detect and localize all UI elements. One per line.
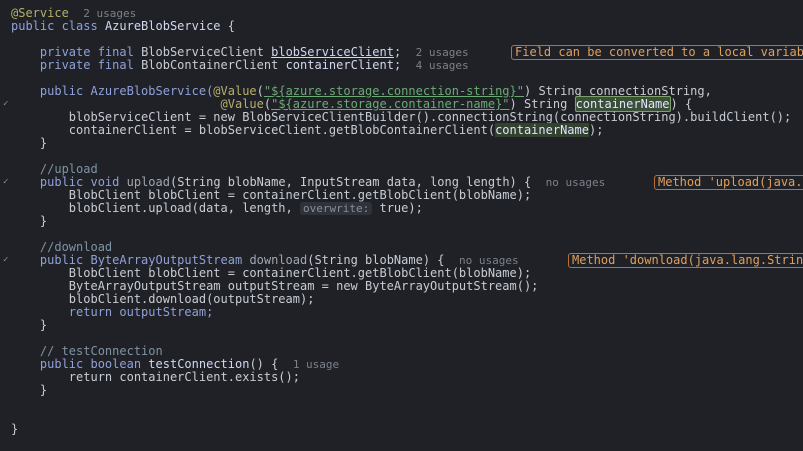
field-name: blobServiceClient	[271, 45, 394, 59]
usages-hint[interactable]: no usages	[546, 176, 606, 189]
inspection-warning[interactable]: Method 'download(java.lang.String)' is n…	[568, 253, 803, 268]
method-name: testConnection	[148, 357, 250, 371]
code-line-class-decl[interactable]: public class AzureBlobService {	[11, 20, 803, 33]
highlighted-arg: containerName	[495, 123, 589, 137]
usages-hint[interactable]: 4 usages	[416, 59, 469, 72]
params: (String blobName, InputStream data, long…	[169, 175, 532, 189]
statement: blobClient.upload(data, length,	[68, 201, 293, 215]
statement: containerClient = blobServiceClient.getB…	[68, 123, 496, 137]
inspection-warning[interactable]: Method 'upload(java.lang.String, java.io…	[654, 175, 803, 190]
keyword: public class	[11, 19, 98, 33]
gutter-fold-icon[interactable]: ✓	[3, 176, 8, 189]
params: (String blobName) {	[307, 253, 445, 267]
keyword: private final	[39, 58, 134, 72]
statement: return containerClient.exists();	[68, 370, 300, 384]
annotation: @Service	[11, 6, 69, 20]
annotation: @Value	[220, 97, 264, 111]
param-name-hint: overwrite:	[300, 202, 373, 215]
statement: blobServiceClient = new BlobServiceClien…	[68, 110, 792, 124]
brace: }	[39, 383, 48, 397]
code-line-upload-body2[interactable]: blobClient.upload(data, length, overwrit…	[11, 202, 803, 215]
code-line-upload-close[interactable]: }	[11, 215, 803, 228]
code-line-ctor-body2[interactable]: containerClient = blobServiceClient.getB…	[11, 123, 803, 137]
method-name: download	[249, 253, 308, 267]
brace: }	[39, 136, 48, 150]
brace: }	[11, 422, 19, 436]
field-name: containerClient	[285, 58, 394, 72]
type-name: String	[523, 97, 568, 111]
keyword: public AzureBlobService(	[39, 84, 214, 98]
sig-suffix: ) {	[670, 97, 693, 111]
statement-end: true);	[379, 201, 423, 215]
keyword: public void	[39, 175, 120, 189]
code-line-test-body1[interactable]: return containerClient.exists();	[11, 371, 803, 384]
code-line-test-close[interactable]: }	[11, 384, 803, 397]
keyword: public boolean	[39, 357, 142, 371]
statement: BlobClient blobClient = containerClient.…	[68, 266, 532, 280]
keyword: public ByteArrayOutputStream	[39, 253, 243, 267]
code-line-ctor-close[interactable]: }	[11, 137, 803, 150]
statement: BlobClient blobClient = containerClient.…	[68, 188, 532, 202]
code-editor[interactable]: @Service 2 usages public class AzureBlob…	[0, 0, 803, 451]
statement: ByteArrayOutputStream outputStream = new…	[68, 279, 539, 293]
type-name: BlobContainerClient	[141, 58, 279, 72]
code-line-class-close[interactable]: }	[11, 423, 803, 436]
brace: {	[227, 19, 235, 33]
class-name: AzureBlobService	[104, 19, 221, 33]
usages-hint[interactable]: 2 usages	[416, 46, 469, 59]
brace: }	[39, 318, 48, 332]
type-name: BlobServiceClient	[141, 45, 264, 59]
keyword: private final	[39, 45, 134, 59]
method-name: upload	[126, 175, 170, 189]
string-literal: "${azure.storage.connection-string}"	[263, 84, 524, 98]
code-line-download-close[interactable]: }	[11, 319, 803, 332]
statement: blobClient.download(outputStream);	[68, 292, 315, 306]
statement: return outputStream;	[68, 305, 214, 319]
string-literal: "${azure.storage.container-name}"	[271, 97, 510, 111]
comment: //download	[39, 240, 113, 254]
gutter-fold-icon[interactable]: ✓	[3, 254, 8, 267]
code-line-field2[interactable]: private final BlobContainerClient contai…	[11, 58, 803, 73]
comment: //upload	[39, 162, 98, 176]
comment: // testConnection	[39, 344, 163, 358]
gutter-fold-icon[interactable]: ✓	[3, 98, 8, 111]
params: () {	[249, 357, 279, 371]
inspection-warning[interactable]: Field can be converted to a local variab…	[511, 45, 803, 60]
code-line-download-body4[interactable]: return outputStream;	[11, 306, 803, 319]
brace: }	[39, 214, 48, 228]
statement-end: );	[588, 123, 604, 137]
annotation: @Value	[213, 84, 257, 98]
